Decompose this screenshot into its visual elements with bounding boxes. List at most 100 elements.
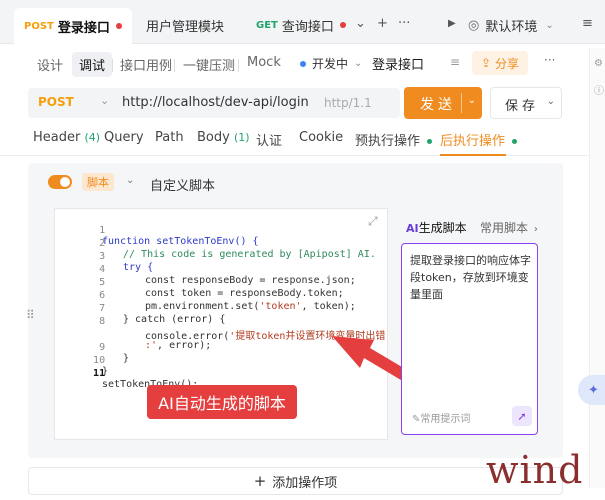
list-icon[interactable]: ≡ xyxy=(450,55,460,69)
code-line: 7 } catch (error) { xyxy=(55,292,225,325)
nav-debug[interactable]: 调试 xyxy=(72,52,113,77)
code-line: 8 console.error('提取token并设置环境变量时出错 xyxy=(55,305,385,342)
annotation-callout: AI自动生成的脚本 xyxy=(147,385,297,419)
chevron-down-icon[interactable]: ⌄ xyxy=(100,94,109,107)
more-icon[interactable]: ··· xyxy=(398,16,410,31)
url-bar: POST ⌄ http://localhost/dev-api/login ht… xyxy=(28,88,400,118)
chevron-down-icon[interactable]: ⌄ xyxy=(547,96,555,107)
drag-handle-icon[interactable]: ⠿ xyxy=(26,308,35,322)
tab-query-params[interactable]: Query xyxy=(104,130,144,145)
tab-auth[interactable]: 认证 xyxy=(256,130,282,149)
info-icon[interactable]: ⓘ xyxy=(594,82,604,97)
tab-path[interactable]: Path xyxy=(155,130,184,145)
tab-login[interactable]: POST 登录接口 xyxy=(14,8,132,44)
share-button[interactable]: ⇪ 分享 xyxy=(472,51,528,75)
ai-assistant-button[interactable]: ✦ xyxy=(578,375,605,405)
environment-select[interactable]: ◎ 默认环境 ⌄ xyxy=(468,12,578,38)
tab-method: POST xyxy=(24,20,54,32)
tab-label: 预执行操作 xyxy=(355,134,421,149)
common-prompts-link[interactable]: ✎常用提示词 xyxy=(412,410,470,425)
line-number: 8 xyxy=(99,316,106,327)
rocket-icon[interactable]: ➚ xyxy=(512,406,532,426)
code-line: 5 const token = responseBody.token; xyxy=(55,266,344,299)
tab-label: 后执行操作 xyxy=(440,134,506,149)
script-badge: 脚本 xyxy=(82,173,114,191)
code-text: } catch (error) { xyxy=(123,314,226,325)
code-text: , token); xyxy=(301,301,356,312)
code-string: '提取token并设置环境变量时出错 xyxy=(229,331,386,342)
chevron-down-icon: ⌄ xyxy=(354,58,363,69)
chevron-down-icon[interactable]: ⌄ xyxy=(126,175,134,186)
active-tab-indicator xyxy=(440,154,506,156)
method-select[interactable]: POST xyxy=(38,95,74,109)
nav-design[interactable]: 设计 xyxy=(37,55,63,74)
settings-icon[interactable]: ⚙ xyxy=(594,58,603,69)
line-number: 9 xyxy=(99,342,106,353)
code-string: 'token' xyxy=(259,301,302,312)
divider xyxy=(174,59,175,72)
script-title: 自定义脚本 xyxy=(150,179,216,194)
tab-label: Body xyxy=(197,130,230,145)
ai-prompt-text[interactable]: 提取登录接口的响应体字段token，存放到环境变量里面 xyxy=(410,252,532,303)
code-line: :', error); xyxy=(55,318,211,351)
expand-icon[interactable]: ⤢ xyxy=(368,214,378,229)
tab-label: Query xyxy=(104,130,144,145)
chevron-down-icon[interactable]: ⌄ xyxy=(355,16,366,31)
environment-label: 默认环境 xyxy=(485,19,538,35)
chevron-right-icon[interactable]: ▶ xyxy=(448,18,456,29)
code-line: 11 setTokenToEnv(); xyxy=(55,357,198,390)
api-name-input[interactable]: 登录接口 xyxy=(372,54,424,73)
tab-query[interactable]: GET 查询接口 xyxy=(256,10,346,40)
environment-icon: ◎ xyxy=(468,17,480,33)
chevron-right-icon: › xyxy=(533,224,538,235)
protocol-select[interactable]: http/1.1 xyxy=(324,96,372,110)
tab-header[interactable]: Header (4) xyxy=(33,130,100,145)
code-line: 10 } xyxy=(55,344,108,377)
menu-icon[interactable]: ≡ xyxy=(582,16,593,31)
divider xyxy=(461,93,462,113)
line-number: 4 xyxy=(99,264,106,275)
ai-prompt-box[interactable]: 提取登录接口的响应体字段token，存放到环境变量里面 ✎常用提示词 ➚ xyxy=(401,243,538,435)
nav-mock[interactable]: Mock xyxy=(247,55,281,70)
save-button[interactable]: 保存 ⌄ xyxy=(490,87,562,119)
script-toggle[interactable] xyxy=(48,175,72,189)
status-label: 开发中 xyxy=(312,57,349,71)
tab-title: 用户管理模块 xyxy=(146,19,225,35)
hint-label: 常用提示词 xyxy=(420,414,471,425)
tab-user-module[interactable]: 用户管理模块 xyxy=(146,10,224,40)
tab-ai-generate[interactable]: AI生成脚本 xyxy=(406,219,467,236)
code-line: 9 } xyxy=(55,331,129,364)
url-input[interactable]: http://localhost/dev-api/login xyxy=(122,95,309,110)
tab-pre-script[interactable]: 预执行操作 xyxy=(355,130,433,149)
code-line: 6 pm.environment.set('token', token); xyxy=(55,279,356,312)
line-number: 7 xyxy=(99,303,106,314)
add-operation-button[interactable]: + 添加操作项 xyxy=(28,467,563,495)
add-operation-label: 添加操作项 xyxy=(272,475,338,491)
tab-bar: POST 登录接口 用户管理模块 GET 查询接口 ⌄ + ··· ▶ ◎ 默认… xyxy=(0,0,605,44)
code-text: pm.environment.set('token', token); xyxy=(145,301,356,312)
tab-method: GET xyxy=(256,19,278,31)
chevron-down-icon[interactable]: ⌄ xyxy=(468,95,476,106)
tab-label: 生成脚本 xyxy=(418,221,467,235)
line-number: 1 xyxy=(99,225,106,236)
nav-test-case[interactable]: 接口用例 xyxy=(120,55,172,74)
tab-body[interactable]: Body (1) xyxy=(197,130,250,145)
tab-cookie[interactable]: Cookie xyxy=(299,130,343,145)
watermark: wind xyxy=(486,448,584,492)
tab-post-script[interactable]: 后执行操作 xyxy=(440,130,518,149)
send-button[interactable]: 发送 ⌄ xyxy=(404,87,482,119)
code-text: const responseBody = response.json; xyxy=(145,275,356,286)
request-tabs: Header (4) Query Path Body (1) 认证 Cookie… xyxy=(0,124,605,156)
status-select[interactable]: 开发中 ⌄ xyxy=(300,55,362,72)
nav-stress-test[interactable]: 一键压测 xyxy=(183,55,235,74)
right-sidebar: ⚙ ⓘ xyxy=(589,48,605,488)
plus-icon[interactable]: + xyxy=(377,16,388,31)
code-line: 2 // This code is generated by [Apipost]… xyxy=(55,227,376,260)
line-number: 5 xyxy=(99,277,106,288)
code-text: try { xyxy=(123,262,154,273)
plus-icon: + xyxy=(253,472,267,490)
code-line: 4 const responseBody = response.json; xyxy=(55,253,356,286)
more-icon[interactable]: ··· xyxy=(544,53,555,67)
tab-common-scripts[interactable]: 常用脚本 › xyxy=(480,219,538,236)
code-comment: // This code is generated by [Apipost] A… xyxy=(123,249,376,260)
